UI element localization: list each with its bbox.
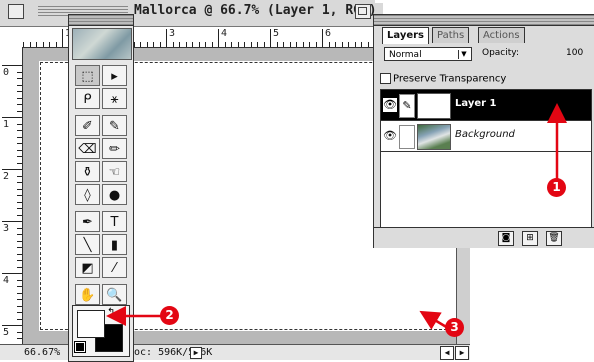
callout-arrows — [106, 103, 567, 330]
callout-badge-3: 3 — [445, 318, 464, 337]
tab-layers[interactable]: Layers — [382, 27, 429, 44]
callout-badge-2: 2 — [160, 306, 179, 325]
callout-badge-1: 1 — [547, 178, 566, 197]
